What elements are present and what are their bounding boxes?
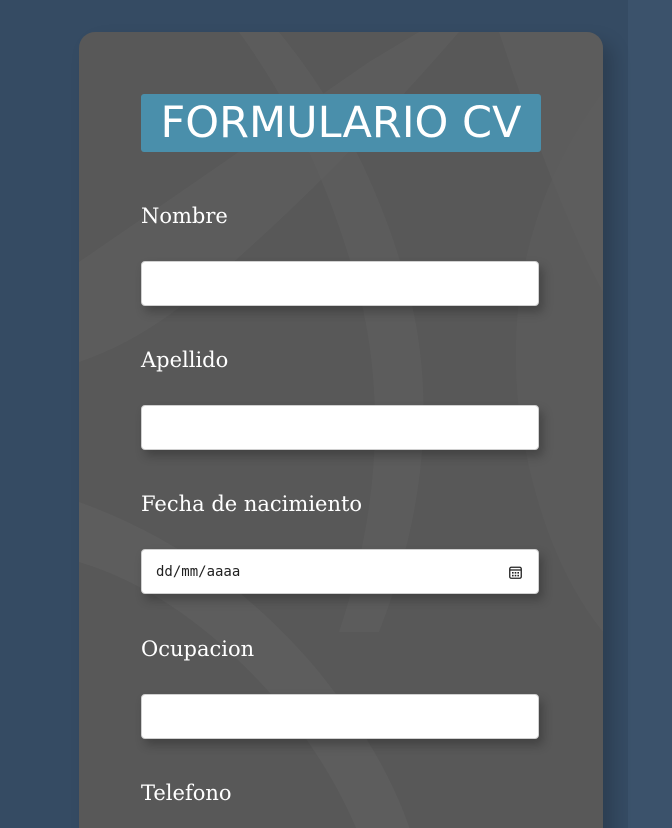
fecha-nacimiento-label: Fecha de nacimiento xyxy=(141,492,363,516)
page-edge-strip xyxy=(628,0,672,828)
ocupacion-label: Ocupacion xyxy=(141,637,255,661)
date-placeholder: dd/mm/aaaa xyxy=(156,564,241,580)
calendar-icon[interactable] xyxy=(509,566,522,579)
cv-form-card: FORMULARIO CV Nombre Apellido Fecha de n… xyxy=(79,32,603,828)
apellido-label: Apellido xyxy=(141,348,229,372)
nombre-label: Nombre xyxy=(141,204,228,228)
nombre-input[interactable] xyxy=(141,261,539,306)
telefono-label: Telefono xyxy=(141,781,232,805)
apellido-input[interactable] xyxy=(141,405,539,450)
fecha-nacimiento-input[interactable]: dd/mm/aaaa xyxy=(141,549,539,594)
ocupacion-input[interactable] xyxy=(141,694,539,739)
form-title: FORMULARIO CV xyxy=(141,94,541,152)
